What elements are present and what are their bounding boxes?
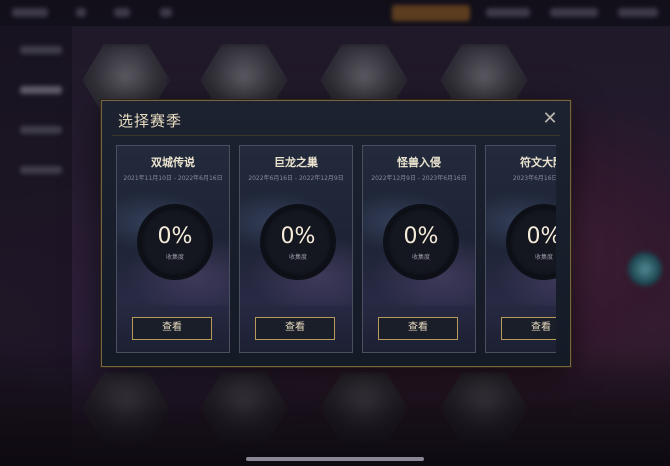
season-name: 符文大陆: [520, 156, 556, 169]
collection-progress-ring: 0% 收集度: [137, 204, 213, 280]
view-button[interactable]: 查看: [378, 317, 458, 340]
collection-percent: 0%: [403, 224, 439, 249]
view-button[interactable]: 查看: [255, 317, 335, 340]
season-name: 双城传说: [151, 156, 195, 169]
select-season-dialog: 选择赛季 ✕ 双城传说 2021年11月10日 - 2022年6月16日 0% …: [101, 100, 571, 367]
collection-label: 收集度: [411, 254, 430, 261]
collection-percent: 0%: [157, 224, 193, 249]
season-name: 怪兽入侵: [397, 156, 441, 169]
collection-progress-ring: 0% 收集度: [260, 204, 336, 280]
collection-label: 收集度: [165, 254, 184, 261]
view-button[interactable]: 查看: [501, 317, 556, 340]
season-card[interactable]: 巨龙之巢 2022年6月16日 - 2022年12月9日 0% 收集度 查看: [239, 145, 353, 353]
season-dates: 2022年12月9日 - 2023年6月16日: [371, 175, 467, 182]
view-button[interactable]: 查看: [132, 317, 212, 340]
close-icon[interactable]: ✕: [542, 110, 558, 128]
season-dates: 2022年6月16日 - 2022年12月9日: [248, 175, 344, 182]
collection-percent: 0%: [280, 224, 316, 249]
collection-label: 收集度: [534, 254, 553, 261]
season-dates: 2021年11月10日 - 2022年6月16日: [123, 175, 223, 182]
dialog-title: 选择赛季: [118, 112, 183, 130]
season-card[interactable]: 怪兽入侵 2022年12月9日 - 2023年6月16日 0% 收集度 查看: [362, 145, 476, 353]
home-indicator[interactable]: [246, 457, 424, 461]
season-card[interactable]: 双城传说 2021年11月10日 - 2022年6月16日 0% 收集度 查看: [116, 145, 230, 353]
season-dates: 2023年6月16日 - 20: [512, 175, 556, 182]
title-divider: [112, 135, 560, 136]
collection-progress-ring: 0% 收集度: [383, 204, 459, 280]
season-name: 巨龙之巢: [274, 156, 318, 169]
collection-label: 收集度: [288, 254, 307, 261]
collection-percent: 0%: [526, 224, 556, 249]
season-carousel[interactable]: 双城传说 2021年11月10日 - 2022年6月16日 0% 收集度 查看 …: [116, 145, 556, 355]
season-card[interactable]: 符文大陆 2023年6月16日 - 20 0% 收集度 查看: [485, 145, 556, 353]
